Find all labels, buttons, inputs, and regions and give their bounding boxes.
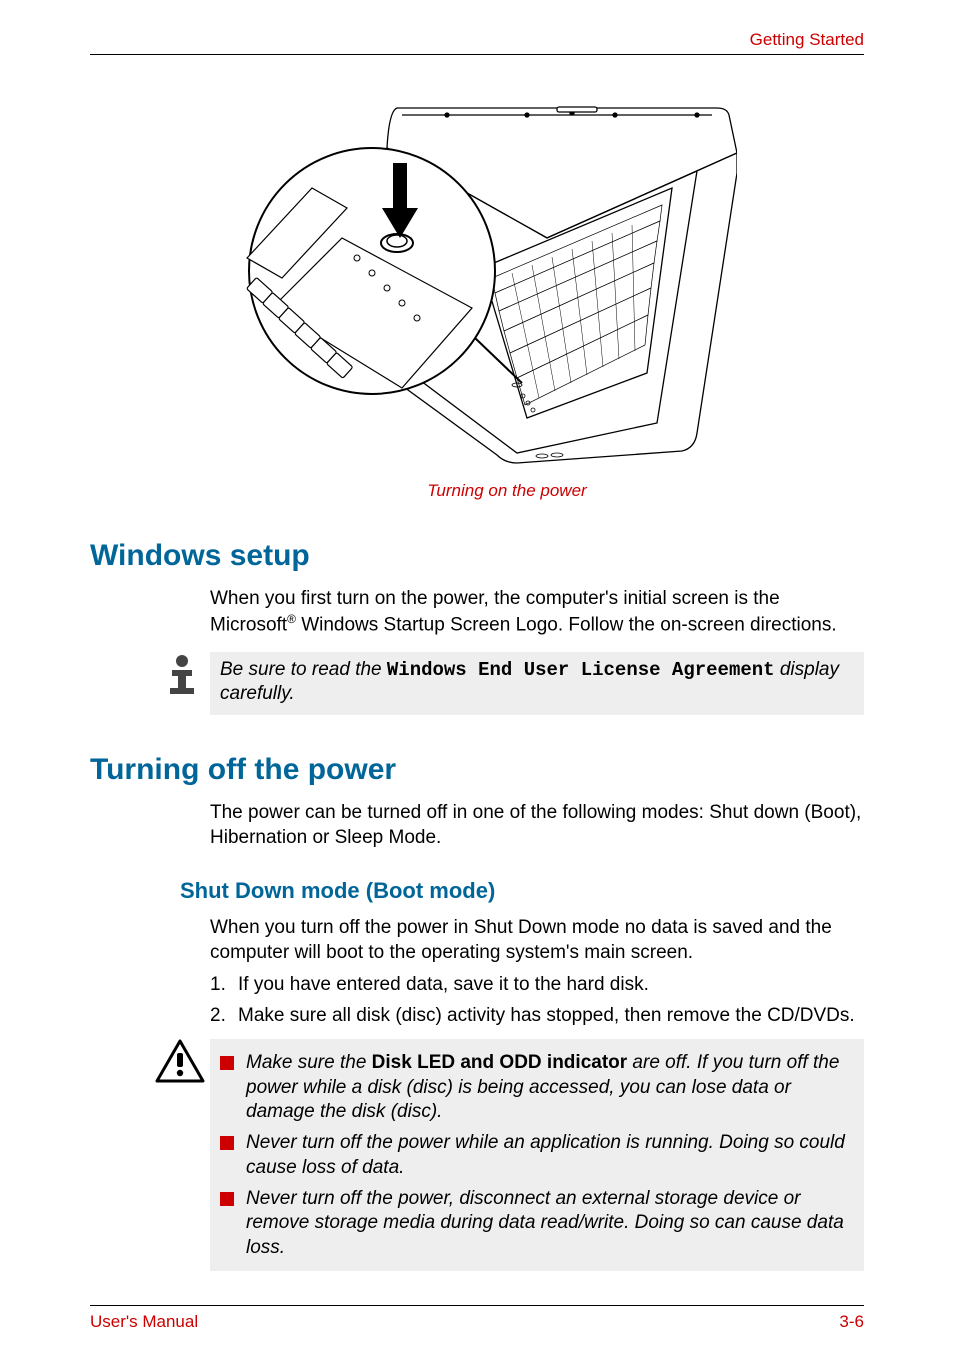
- bullet-icon: [220, 1136, 234, 1150]
- page-header: Getting Started: [90, 30, 864, 55]
- turning-off-paragraph: The power can be turned off in one of th…: [210, 801, 864, 850]
- note-lead: Be sure to read the: [220, 659, 387, 680]
- header-section-title: Getting Started: [750, 30, 864, 50]
- info-icon: [160, 652, 204, 696]
- laptop-illustration: [217, 93, 737, 473]
- windows-setup-paragraph: When you first turn on the power, the co…: [210, 587, 864, 638]
- warning-icon: [155, 1039, 205, 1085]
- registered-symbol: ®: [287, 612, 296, 626]
- page-footer: User's Manual 3-6: [90, 1305, 864, 1332]
- heading-turning-off-power: Turning off the power: [90, 753, 864, 787]
- page: Getting Started: [0, 0, 954, 1352]
- figure-caption: Turning on the power: [427, 481, 586, 501]
- note-emphasis: Windows End User License Agreement: [387, 659, 775, 681]
- step-number: 1.: [210, 972, 238, 998]
- bullet-icon: [220, 1192, 234, 1206]
- note-callout: Be sure to read the Windows End User Lic…: [90, 652, 864, 715]
- warning-item: Never turn off the power while an applic…: [220, 1131, 854, 1180]
- figure-turning-on-power: Turning on the power: [90, 93, 864, 501]
- warning-bold: Disk LED and ODD indicator: [372, 1052, 627, 1073]
- note-content: Be sure to read the Windows End User Lic…: [210, 652, 864, 715]
- step-text: If you have entered data, save it to the…: [238, 972, 649, 998]
- heading-shutdown-mode: Shut Down mode (Boot mode): [180, 878, 864, 904]
- text-fragment: Windows Startup Screen Logo. Follow the …: [296, 614, 837, 635]
- shutdown-mode-paragraph: When you turn off the power in Shut Down…: [210, 916, 864, 965]
- warning-text: Never turn off the power, disconnect an …: [246, 1187, 854, 1261]
- warning-callout: Make sure the Disk LED and ODD indicator…: [90, 1039, 864, 1271]
- footer-page-number: 3-6: [839, 1312, 864, 1332]
- step-text: Make sure all disk (disc) activity has s…: [238, 1003, 855, 1029]
- bullet-icon: [220, 1056, 234, 1070]
- footer-left: User's Manual: [90, 1312, 198, 1332]
- warning-text: Make sure the Disk LED and ODD indicator…: [246, 1051, 854, 1125]
- warning-text: Never turn off the power while an applic…: [246, 1131, 854, 1180]
- shutdown-steps-list: 1.If you have entered data, save it to t…: [210, 966, 864, 1029]
- text-fragment: Make sure the: [246, 1052, 372, 1073]
- list-item: 2.Make sure all disk (disc) activity has…: [210, 1003, 864, 1029]
- heading-windows-setup: Windows setup: [90, 539, 864, 573]
- warning-item: Make sure the Disk LED and ODD indicator…: [220, 1051, 854, 1125]
- warning-content: Make sure the Disk LED and ODD indicator…: [210, 1039, 864, 1271]
- warning-item: Never turn off the power, disconnect an …: [220, 1187, 854, 1261]
- step-number: 2.: [210, 1003, 238, 1029]
- list-item: 1.If you have entered data, save it to t…: [210, 972, 864, 998]
